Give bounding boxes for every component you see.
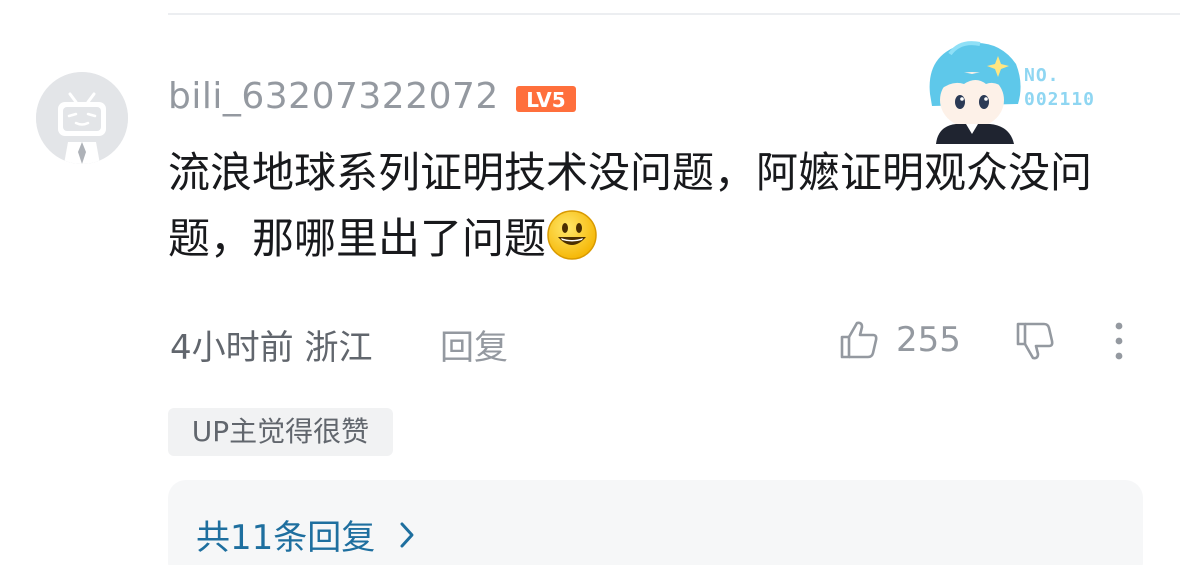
top-divider <box>168 13 1180 15</box>
thumbs-down-icon[interactable] <box>1012 318 1058 364</box>
up-liked-badge: UP主觉得很赞 <box>168 408 393 456</box>
fan-decoration-label-line1: NO. <box>1024 65 1060 86</box>
comment-location: 浙江 <box>304 328 373 368</box>
fan-decoration-label-line2: 002110 <box>1024 89 1096 110</box>
comment-page: bili_63207322072 LV5 NO. 002110 流浪地球系列证明… <box>0 0 1180 565</box>
comment-text: 流浪地球系列证明技术没问题，阿嬷证明观众没问题，那哪里出了问题 <box>168 148 1093 263</box>
smiley-emoji-icon <box>547 210 597 260</box>
like-count: 255 <box>896 320 961 360</box>
avatar[interactable] <box>36 72 128 164</box>
chevron-right-icon <box>400 522 414 547</box>
comment-time: 4小时前 <box>170 328 294 368</box>
fan-decoration-label: NO. 002110 <box>1024 64 1095 112</box>
comment-body: 流浪地球系列证明技术没问题，阿嬷证明观众没问题，那哪里出了问题 <box>168 140 1153 272</box>
level-badge-icon: LV5 <box>516 86 576 112</box>
thumbs-up-icon[interactable] <box>836 317 882 363</box>
level-badge-label: LV5 <box>526 88 565 112</box>
replies-preview-box[interactable]: 共11条回复 <box>168 480 1143 565</box>
reply-button[interactable]: 回复 <box>440 320 508 369</box>
more-options-icon[interactable] <box>1106 318 1132 364</box>
view-replies-label: 共11条回复 <box>196 518 376 558</box>
view-replies-link[interactable]: 共11条回复 <box>196 510 417 559</box>
username[interactable]: bili_63207322072 <box>168 76 499 117</box>
comment-meta: 4小时前 浙江 <box>170 320 372 369</box>
